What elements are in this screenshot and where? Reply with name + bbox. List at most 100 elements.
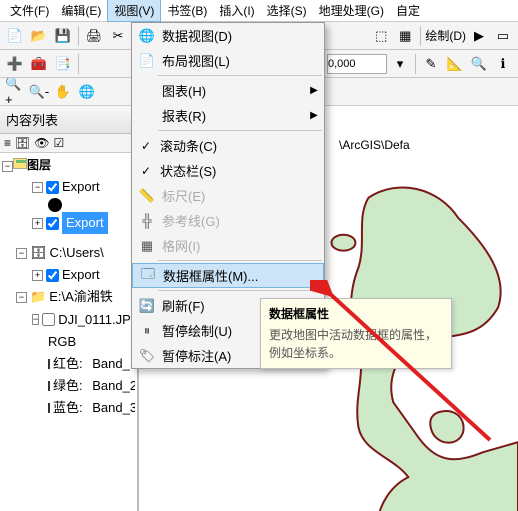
toc-layers-root[interactable]: −图层 <box>2 156 129 173</box>
check-icon: ✓ <box>136 139 156 153</box>
save-icon[interactable]: 💾 <box>52 25 74 47</box>
collapse-icon[interactable]: − <box>32 182 43 193</box>
separator <box>78 54 79 74</box>
toc-band-blue: 蓝色: Band_3 <box>2 397 135 419</box>
magnify-icon[interactable]: 🔍 <box>468 53 490 75</box>
submenu-arrow-icon: ▶ <box>308 85 320 96</box>
menu-scrollbar[interactable]: ✓滚动条(C) <box>132 133 324 158</box>
measure-icon[interactable]: 📐 <box>444 53 466 75</box>
properties-icon: 🗔 <box>137 265 159 287</box>
menu-ruler: 📏标尺(E) <box>132 183 324 208</box>
menu-separator <box>158 75 322 76</box>
layer-checkbox[interactable] <box>46 269 59 282</box>
editor-icon[interactable]: ✎ <box>420 53 442 75</box>
polygon-feature-tiny <box>331 235 355 251</box>
refresh-icon: 🔄 <box>136 298 158 314</box>
pan-icon[interactable]: ✋ <box>52 81 74 103</box>
menu-file[interactable]: 文件(F) <box>4 0 55 21</box>
dropdown-icon[interactable]: ▾ <box>389 53 411 75</box>
layers-icon <box>13 158 27 169</box>
zoom-in-icon[interactable]: 🔍+ <box>4 81 26 103</box>
red-swatch-icon <box>48 359 50 369</box>
menu-bookmark[interactable]: 书签(B) <box>161 0 213 21</box>
grid-icon[interactable]: ▦ <box>394 25 416 47</box>
collapse-icon[interactable]: − <box>16 292 27 303</box>
toc-rgb: RGB <box>2 331 135 353</box>
submenu-arrow-icon: ▶ <box>308 110 320 121</box>
folder-icon: 📁 <box>30 286 46 308</box>
menu-statusbar[interactable]: ✓状态栏(S) <box>132 158 324 183</box>
menu-grid: ▦格网(I) <box>132 233 324 258</box>
collapse-icon[interactable]: − <box>2 161 13 172</box>
expand-icon[interactable]: + <box>32 270 43 281</box>
collapse-icon[interactable]: − <box>16 248 27 259</box>
separator <box>420 26 421 46</box>
tooltip-body: 更改地图中活动数据框的属性，例如坐标系。 <box>269 326 443 362</box>
tooltip-title: 数据框属性 <box>269 305 443 322</box>
collapse-icon[interactable]: − <box>32 314 39 325</box>
menu-report[interactable]: 报表(R)▶ <box>132 103 324 128</box>
check-icon: ✓ <box>136 164 156 178</box>
menu-separator <box>158 260 322 261</box>
open-icon[interactable]: 📂 <box>28 25 50 47</box>
menu-dataframe-properties[interactable]: 🗔数据框属性(M)... <box>132 263 324 288</box>
catalog-icon[interactable]: 📑 <box>52 53 74 75</box>
list-by-source-icon[interactable]: 🗄 <box>15 136 30 150</box>
layer-checkbox[interactable] <box>46 217 59 230</box>
list-by-drawing-icon[interactable]: ≡ <box>4 136 11 150</box>
green-swatch-icon <box>48 381 50 391</box>
guides-icon: ╬ <box>136 213 158 228</box>
toc-path3[interactable]: −📁E:\A渝湘铁 <box>2 286 135 308</box>
add-data-icon[interactable]: ➕ <box>4 53 26 75</box>
expand-icon[interactable]: + <box>32 218 43 229</box>
layer-checkbox[interactable] <box>42 313 55 326</box>
layer-checkbox[interactable] <box>46 181 59 194</box>
menu-chart[interactable]: 图表(H)▶ <box>132 78 324 103</box>
menu-separator <box>158 130 322 131</box>
toc-dji[interactable]: −DJI_0111.JPG <box>2 309 135 331</box>
toc-export1[interactable]: −Export <box>2 176 135 198</box>
new-icon[interactable]: 📄 <box>4 25 26 47</box>
rect-icon[interactable]: ▭ <box>492 25 514 47</box>
menu-data-view[interactable]: 🌐数据视图(D) <box>132 23 324 48</box>
menu-customize[interactable]: 自定 <box>390 0 426 21</box>
cut-icon[interactable]: ✂ <box>107 25 129 47</box>
globe-icon: 🌐 <box>136 28 158 44</box>
scale-input[interactable] <box>327 54 387 74</box>
zoom-out-icon[interactable]: 🔍- <box>28 81 50 103</box>
list-by-visibility-icon[interactable]: 👁 <box>34 136 49 150</box>
toc-band-red: 红色: Band_1 <box>2 353 135 375</box>
menu-layout-view[interactable]: 📄布局视图(L) <box>132 48 324 73</box>
toc-toolbar: ≡ 🗄 👁 ☑ <box>0 134 131 153</box>
toc-band-green: 绿色: Band_2 <box>2 375 135 397</box>
toc-export-selected[interactable]: +Export <box>2 212 135 234</box>
menu-separator <box>158 290 322 291</box>
polygon-feature-small <box>430 411 463 443</box>
separator <box>78 26 79 46</box>
toc-path2[interactable]: −🗄C:\Users\ <box>2 242 135 264</box>
toc-title: 内容列表 <box>0 106 131 134</box>
ruler-icon: 📏 <box>136 188 158 204</box>
print-icon[interactable]: 🖨 <box>83 25 105 47</box>
toc-export2[interactable]: +Export <box>2 264 135 286</box>
menu-geoprocessing[interactable]: 地理处理(G) <box>313 0 390 21</box>
identify-icon[interactable]: ℹ <box>492 53 514 75</box>
menu-edit[interactable]: 编辑(E) <box>55 0 107 21</box>
pointer-icon[interactable]: ▶ <box>468 25 490 47</box>
blue-swatch-icon <box>48 403 50 413</box>
full-extent-icon[interactable]: 🌐 <box>76 81 98 103</box>
nav-toolbar-area: 🔍+ 🔍- ✋ 🌐 内容列表 ≡ 🗄 👁 ☑ −图层 <box>0 78 131 176</box>
pause-icon: ⏸ <box>136 323 158 339</box>
separator <box>415 54 416 74</box>
menu-view[interactable]: 视图(V) <box>107 0 161 22</box>
grid-icon: ▦ <box>136 238 158 254</box>
layers-icon[interactable]: ⬚ <box>370 25 392 47</box>
menu-select[interactable]: 选择(S) <box>261 0 313 21</box>
draw-label: 绘制(D) <box>425 27 466 44</box>
toolbox-icon[interactable]: 🧰 <box>28 53 50 75</box>
menu-insert[interactable]: 插入(I) <box>213 0 260 21</box>
list-by-selection-icon[interactable]: ☑ <box>53 136 64 150</box>
menubar: 文件(F) 编辑(E) 视图(V) 书签(B) 插入(I) 选择(S) 地理处理… <box>0 0 518 22</box>
path-label: \ArcGIS\Defa <box>339 138 410 152</box>
menu-guides: ╬参考线(G) <box>132 208 324 233</box>
